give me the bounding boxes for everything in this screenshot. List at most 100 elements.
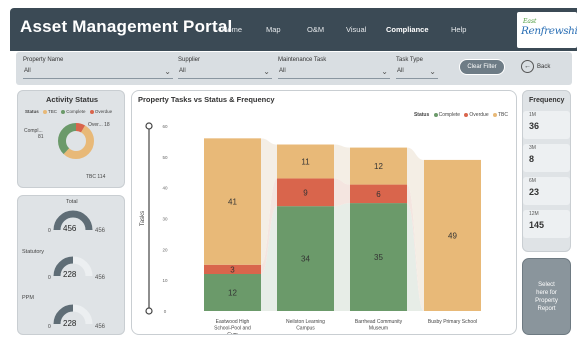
report-line-4: Report (537, 306, 556, 312)
logo-text-main: Renfrewshire (521, 25, 577, 37)
nav-map[interactable]: Map (266, 25, 281, 34)
report-line-1: Select (538, 282, 555, 288)
donut-label-tbc: TBC 114 (86, 174, 106, 180)
gauge-ppm-min: 0 (48, 324, 51, 330)
frequency-label: 3M (529, 145, 536, 151)
legend-dot-tbc (43, 109, 48, 114)
y-tick-label: 0 (164, 309, 167, 314)
report-line-3: Property (535, 298, 558, 304)
filter-label-maintenance: Maintenance Task (278, 57, 327, 63)
filter-label-supplier: Supplier (178, 57, 201, 63)
frequency-value: 23 (529, 187, 540, 197)
x-tick-label: Busby Primary School (428, 319, 477, 325)
frequency-item-6m[interactable]: 6M 23 (523, 177, 570, 205)
gauge-ppm-label: PPM (22, 295, 34, 301)
property-report-button[interactable]: Select here for Property Report (522, 258, 571, 335)
clear-filter-button[interactable]: Clear Filter (459, 59, 505, 75)
logo-text-top: East (523, 18, 537, 25)
x-tick-label: Campus (296, 326, 315, 332)
data-label: 12 (228, 289, 237, 298)
gauge-total-value: 456 (63, 224, 77, 233)
frequency-label: 1M (529, 112, 536, 118)
legend-complete: Complete (66, 109, 86, 114)
y-tick-label: 10 (162, 278, 168, 283)
nav-help[interactable]: Help (451, 25, 466, 34)
ribbon-complete (334, 203, 350, 311)
stacked-bar-chart: Tasks 0 10 20 30 40 50 60 12 3 41 34 9 11 35 6 12 49 Eastw… (140, 122, 481, 334)
frequency-panel: Frequency 1M 36 3M 8 6M 23 12M 145 (522, 90, 571, 252)
frequency-item-1m[interactable]: 1M 36 (523, 111, 570, 139)
chevron-down-icon: ⌄ (263, 67, 270, 76)
supplier-select[interactable]: All ⌄ (178, 67, 272, 79)
report-line-2: here for (536, 290, 557, 296)
chevron-down-icon: ⌄ (429, 67, 436, 76)
gauge-statutory-label: Statutory (22, 249, 45, 255)
top-navigation-bar: Asset Management Portal Home Map O&M Vis… (10, 8, 577, 51)
chevron-down-icon: ⌄ (164, 67, 171, 76)
property-tasks-chart-card: Property Tasks vs Status & Frequency Sta… (131, 90, 517, 335)
x-tick-label: Eastwood High (216, 319, 250, 325)
frequency-value: 145 (529, 220, 545, 230)
frequency-value: 36 (529, 121, 540, 131)
x-tick-label: Gym (227, 332, 238, 334)
filter-label-task-type: Task Type (396, 57, 423, 63)
frequency-value: 8 (529, 154, 535, 164)
gauge-total-label: Total (66, 199, 78, 205)
donut-label-complete-value: 81 (38, 134, 44, 140)
data-label: 11 (301, 157, 310, 166)
gauge-ppm-value: 228 (63, 319, 77, 328)
maintenance-task-select[interactable]: All ⌄ (278, 67, 390, 79)
legend-prefix: Status (25, 109, 39, 114)
chevron-down-icon: ⌄ (381, 67, 388, 76)
filter-bar: Property Name All ⌄ Supplier All ⌄ Maint… (16, 52, 572, 85)
x-tick-label: Barrhead Community (355, 319, 403, 325)
gauge-statutory-min: 0 (48, 275, 51, 281)
data-label: 41 (228, 198, 237, 207)
task-type-value: All (397, 68, 404, 74)
frequency-item-12m[interactable]: 12M 145 (523, 210, 570, 238)
x-tick-label: Museum (369, 326, 388, 332)
legend-overdue: Overdue (94, 109, 113, 114)
gauge-total-max: 456 (95, 228, 106, 234)
donut-label-overdue: Over... 18 (88, 122, 110, 128)
property-name-select[interactable]: All ⌄ (23, 67, 173, 79)
back-arrow-icon: ← (521, 60, 534, 73)
frequency-label: 12M (529, 211, 539, 217)
activity-status-card: Activity Status Status TBC Complete Over… (17, 90, 125, 188)
council-logo: East Renfrewshire (517, 12, 577, 48)
y-range-slider-handle-bottom[interactable] (145, 307, 153, 315)
data-label: 35 (374, 253, 383, 262)
nav-visual[interactable]: Visual (346, 25, 366, 34)
legend-tbc: TBC (48, 109, 58, 114)
gauge-statutory-value: 228 (63, 270, 77, 279)
ribbon-tbc (334, 144, 350, 185)
data-label: 12 (374, 162, 383, 171)
activity-legend: Status TBC Complete Overdue (25, 109, 112, 114)
task-type-select[interactable]: All ⌄ (396, 67, 438, 79)
nav-compliance[interactable]: Compliance (386, 25, 429, 34)
data-label: 6 (376, 190, 381, 199)
maintenance-task-value: All (279, 68, 286, 74)
data-label: 9 (303, 188, 308, 197)
data-label: 34 (301, 255, 310, 264)
y-tick-label: 30 (162, 217, 168, 222)
back-button[interactable]: ← Back (521, 60, 550, 73)
gauges-card: Total 456 0 456 Statutory 228 0 456 PPM … (17, 195, 125, 335)
supplier-value: All (179, 68, 186, 74)
frequency-item-3m[interactable]: 3M 8 (523, 144, 570, 172)
y-tick-label: 20 (162, 247, 168, 252)
activity-status-title: Activity Status (46, 95, 99, 104)
y-axis-label: Tasks (140, 211, 146, 226)
nav-home[interactable]: Home (222, 25, 242, 34)
gauge-total-min: 0 (48, 228, 51, 234)
data-label: 3 (230, 265, 235, 274)
y-tick-label: 50 (162, 155, 168, 160)
back-label: Back (537, 64, 551, 71)
legend-dot-complete (61, 109, 66, 114)
nav-om[interactable]: O&M (307, 25, 324, 34)
legend-dot-overdue (89, 109, 94, 114)
frequency-title: Frequency (529, 97, 565, 104)
gauge-statutory-max: 456 (95, 275, 106, 281)
y-range-slider-handle-top[interactable] (145, 122, 153, 130)
x-tick-label: Neilston Learning (286, 319, 325, 325)
